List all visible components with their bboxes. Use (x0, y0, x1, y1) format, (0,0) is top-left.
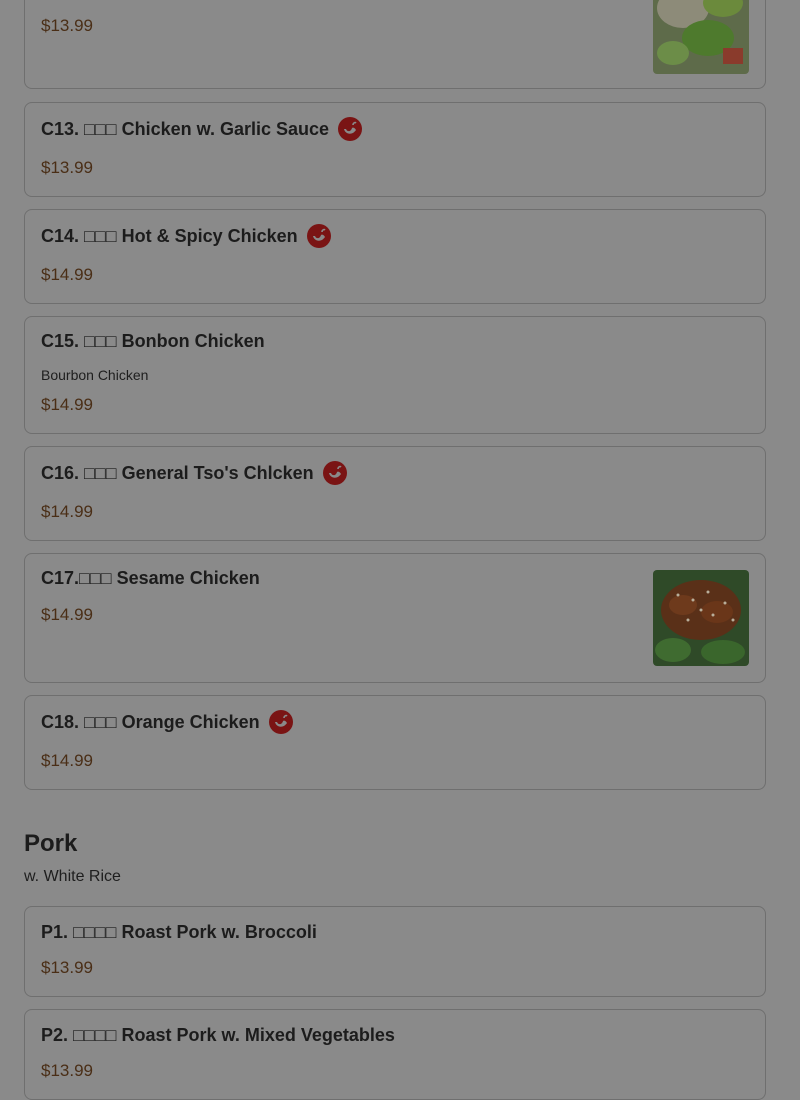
menu-item-card[interactable]: C15. □□□ Bonbon Chicken Bourbon Chicken … (24, 316, 766, 434)
menu-item-card[interactable]: C14. □□□ Hot & Spicy Chicken $14.99 (24, 209, 766, 304)
chili-pepper-icon (306, 224, 331, 248)
item-name: P1. □□□□ Roast Pork w. Broccoli (41, 922, 317, 942)
menu-item-card[interactable]: C16. □□□ General Tso's Chlcken $14.99 (24, 446, 766, 541)
item-price: $14.99 (41, 605, 93, 624)
menu-item-card[interactable]: P2. □□□□ Roast Pork w. Mixed Vegetables … (24, 1009, 766, 1100)
item-price: $14.99 (41, 265, 93, 284)
item-name-row: C18. □□□ Orange Chicken (41, 710, 293, 734)
item-name-row: P1. □□□□ Roast Pork w. Broccoli (41, 922, 317, 943)
item-name-row: P2. □□□□ Roast Pork w. Mixed Vegetables (41, 1025, 395, 1046)
item-price: $13.99 (41, 158, 93, 177)
item-name-row: C16. □□□ General Tso's Chlcken (41, 461, 347, 485)
item-description: Bourbon Chicken (41, 367, 149, 383)
chili-pepper-icon (322, 461, 347, 485)
section-title: Pork (24, 830, 78, 857)
menu-item-card[interactable]: P1. □□□□ Roast Pork w. Broccoli $13.99 (24, 906, 766, 997)
item-name-row: C14. □□□ Hot & Spicy Chicken (41, 224, 331, 248)
item-name: C14. □□□ Hot & Spicy Chicken (41, 225, 298, 246)
menu-item-card[interactable]: $13.99 (24, 0, 766, 89)
item-name: C15. □□□ Bonbon Chicken (41, 331, 265, 351)
item-price: $14.99 (41, 395, 93, 414)
item-name: C18. □□□ Orange Chicken (41, 711, 260, 732)
item-price: $13.99 (41, 1061, 93, 1080)
item-name-row: C13. □□□ Chicken w. Garlic Sauce (41, 117, 363, 141)
item-price: $14.99 (41, 502, 93, 521)
item-name-row: C15. □□□ Bonbon Chicken (41, 331, 265, 352)
chili-pepper-icon (268, 710, 293, 734)
item-price: $13.99 (41, 16, 93, 35)
section-subtitle: w. White Rice (24, 868, 121, 885)
chili-pepper-icon (338, 117, 363, 141)
item-price: $13.99 (41, 958, 93, 977)
item-name: C16. □□□ General Tso's Chlcken (41, 462, 314, 483)
item-name: C13. □□□ Chicken w. Garlic Sauce (41, 118, 330, 139)
menu-item-card[interactable]: C18. □□□ Orange Chicken $14.99 (24, 695, 766, 790)
item-name: C17.□□□ Sesame Chicken (41, 568, 260, 588)
item-name: P2. □□□□ Roast Pork w. Mixed Vegetables (41, 1025, 395, 1045)
item-name-row: C17.□□□ Sesame Chicken (41, 568, 260, 589)
item-photo[interactable] (653, 570, 749, 666)
menu-item-card[interactable]: C13. □□□ Chicken w. Garlic Sauce $13.99 (24, 102, 766, 197)
menu-item-card[interactable]: C17.□□□ Sesame Chicken $14.99 (24, 553, 766, 683)
item-price: $14.99 (41, 751, 93, 770)
item-photo[interactable] (653, 0, 749, 74)
